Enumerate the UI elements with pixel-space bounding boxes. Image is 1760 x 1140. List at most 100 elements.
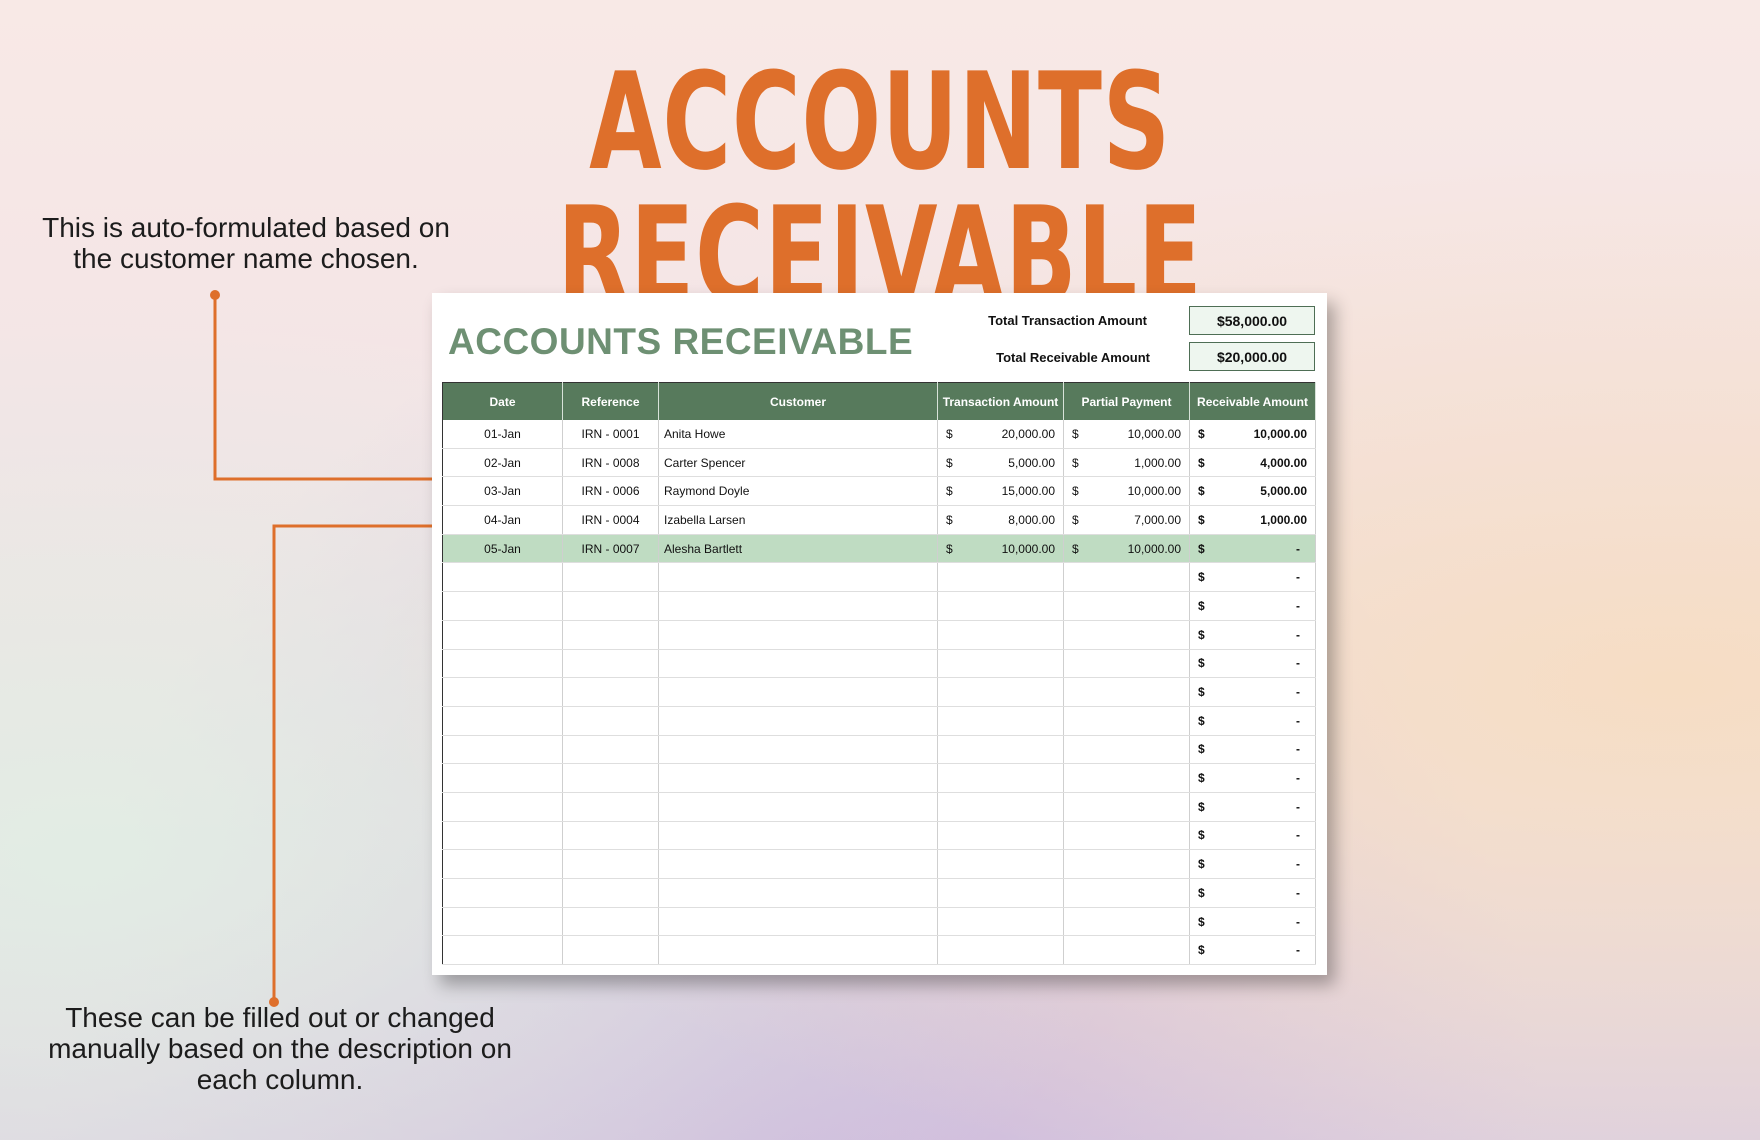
cell-receivable-amount[interactable]: $5,000.00 [1189,476,1316,507]
column-header-reference[interactable]: Reference [562,382,659,420]
cell-customer[interactable]: Izabella Larsen [658,505,938,535]
cell-partial-payment[interactable] [1063,735,1190,765]
cell-receivable-amount[interactable]: $ - [1189,849,1316,879]
cell-transaction-amount[interactable] [937,677,1064,707]
cell-date[interactable] [442,821,563,851]
cell-transaction-amount[interactable] [937,706,1064,736]
cell-date[interactable] [442,706,563,736]
cell-reference[interactable] [562,821,659,851]
cell-receivable-amount[interactable]: $ - [1189,792,1316,822]
cell-receivable-amount[interactable]: $ - [1189,534,1316,564]
cell-partial-payment[interactable]: $10,000.00 [1063,420,1190,449]
cell-partial-payment[interactable] [1063,562,1190,593]
cell-reference[interactable]: IRN - 0006 [562,476,659,507]
cell-customer[interactable] [658,562,938,593]
cell-customer[interactable] [658,649,938,679]
cell-date[interactable] [442,763,563,793]
cell-partial-payment[interactable]: $10,000.00 [1063,534,1190,564]
cell-partial-payment[interactable] [1063,878,1190,908]
cell-partial-payment[interactable] [1063,649,1190,679]
cell-partial-payment[interactable] [1063,849,1190,879]
cell-receivable-amount[interactable]: $ - [1189,591,1316,621]
cell-reference[interactable] [562,706,659,736]
cell-transaction-amount[interactable]: $20,000.00 [937,420,1064,449]
cell-reference[interactable]: IRN - 0004 [562,505,659,535]
cell-receivable-amount[interactable]: $ - [1189,935,1316,966]
cell-transaction-amount[interactable] [937,763,1064,793]
cell-customer[interactable] [658,935,938,966]
cell-partial-payment[interactable] [1063,620,1190,650]
cell-transaction-amount[interactable] [937,849,1064,879]
cell-transaction-amount[interactable] [937,792,1064,822]
cell-customer[interactable]: Anita Howe [658,420,938,449]
cell-date[interactable]: 02-Jan [442,448,563,478]
cell-date[interactable] [442,735,563,765]
cell-date[interactable] [442,677,563,707]
cell-reference[interactable] [562,649,659,679]
cell-transaction-amount[interactable] [937,878,1064,908]
cell-reference[interactable] [562,935,659,966]
cell-reference[interactable] [562,735,659,765]
cell-reference[interactable] [562,763,659,793]
cell-customer[interactable] [658,849,938,879]
cell-receivable-amount[interactable]: $ - [1189,763,1316,793]
cell-date[interactable] [442,849,563,879]
cell-date[interactable] [442,935,563,966]
column-header-partial-payment[interactable]: Partial Payment [1063,382,1190,420]
cell-date[interactable]: 05-Jan [442,534,563,564]
cell-transaction-amount[interactable] [937,735,1064,765]
cell-date[interactable] [442,907,563,937]
cell-partial-payment[interactable] [1063,677,1190,707]
cell-transaction-amount[interactable] [937,591,1064,621]
cell-receivable-amount[interactable]: $ - [1189,562,1316,593]
cell-partial-payment[interactable] [1063,935,1190,966]
cell-customer[interactable] [658,878,938,908]
cell-customer[interactable] [658,735,938,765]
cell-partial-payment[interactable]: $10,000.00 [1063,476,1190,507]
cell-reference[interactable] [562,591,659,621]
cell-partial-payment[interactable] [1063,907,1190,937]
cell-customer[interactable] [658,763,938,793]
cell-customer[interactable] [658,821,938,851]
cell-transaction-amount[interactable] [937,562,1064,593]
cell-reference[interactable] [562,562,659,593]
cell-customer[interactable]: Alesha Bartlett [658,534,938,564]
cell-customer[interactable]: Raymond Doyle [658,476,938,507]
cell-reference[interactable]: IRN - 0007 [562,534,659,564]
cell-receivable-amount[interactable]: $10,000.00 [1189,420,1316,449]
cell-customer[interactable] [658,591,938,621]
cell-receivable-amount[interactable]: $ - [1189,706,1316,736]
cell-date[interactable] [442,562,563,593]
cell-date[interactable]: 04-Jan [442,505,563,535]
cell-date[interactable] [442,878,563,908]
cell-customer[interactable] [658,792,938,822]
cell-transaction-amount[interactable]: $8,000.00 [937,505,1064,535]
cell-receivable-amount[interactable]: $ - [1189,821,1316,851]
cell-date[interactable]: 01-Jan [442,420,563,449]
cell-reference[interactable] [562,792,659,822]
column-header-customer[interactable]: Customer [658,382,938,420]
cell-receivable-amount[interactable]: $4,000.00 [1189,448,1316,478]
column-header-transaction-amount[interactable]: Transaction Amount [937,382,1064,420]
column-header-receivable-amount[interactable]: Receivable Amount [1189,382,1316,420]
cell-transaction-amount[interactable] [937,821,1064,851]
cell-customer[interactable] [658,620,938,650]
cell-partial-payment[interactable] [1063,591,1190,621]
cell-customer[interactable] [658,907,938,937]
cell-customer[interactable]: Carter Spencer [658,448,938,478]
cell-partial-payment[interactable] [1063,792,1190,822]
cell-partial-payment[interactable]: $1,000.00 [1063,448,1190,478]
cell-transaction-amount[interactable] [937,620,1064,650]
cell-date[interactable] [442,649,563,679]
total-receivable-value[interactable]: $20,000.00 [1189,342,1315,371]
cell-receivable-amount[interactable]: $ - [1189,649,1316,679]
cell-receivable-amount[interactable]: $ - [1189,878,1316,908]
cell-date[interactable] [442,620,563,650]
cell-customer[interactable] [658,677,938,707]
cell-date[interactable] [442,792,563,822]
cell-transaction-amount[interactable]: $15,000.00 [937,476,1064,507]
cell-reference[interactable] [562,907,659,937]
cell-transaction-amount[interactable] [937,907,1064,937]
cell-receivable-amount[interactable]: $1,000.00 [1189,505,1316,535]
cell-receivable-amount[interactable]: $ - [1189,677,1316,707]
